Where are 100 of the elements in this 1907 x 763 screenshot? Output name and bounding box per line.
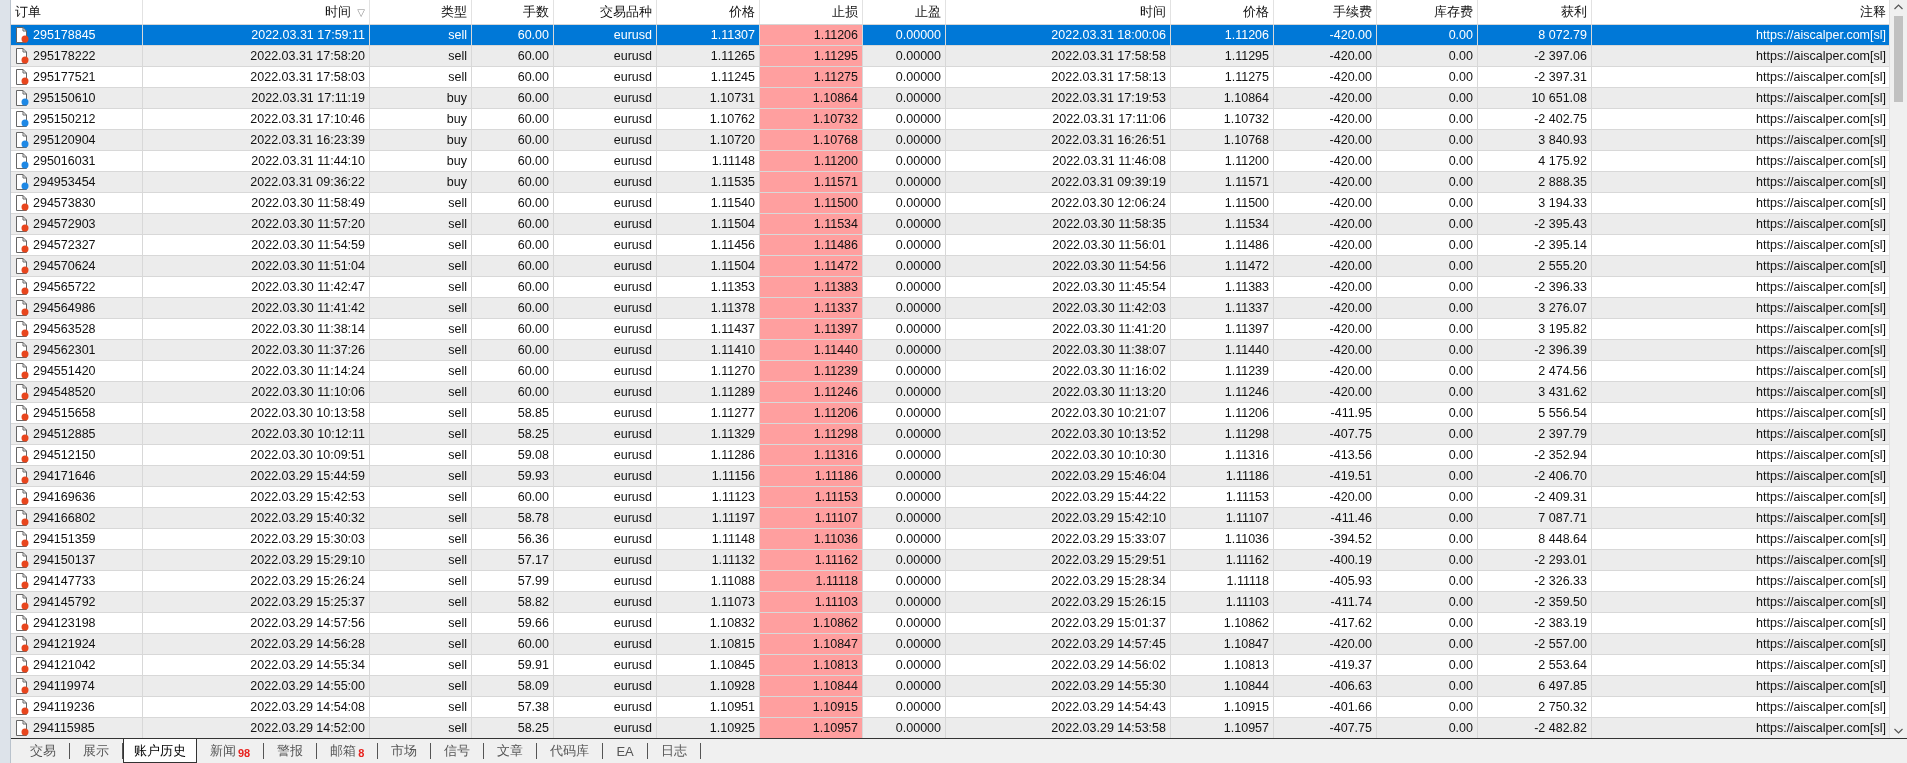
table-row[interactable]: 294147733 2022.03.29 15:26:24 sell 57.99 eurusd 1.11088 1.11118 0.00000 2022.03.29 15:28:34 1.11118 -405.93 0.00 -2 326.33 https://aiscalper.com[sl] — [11, 571, 1889, 592]
table-row[interactable]: 294171646 2022.03.29 15:44:59 sell 59.93 eurusd 1.11156 1.11186 0.00000 2022.03.29 15:46:04 1.11186 -419.51 0.00 -2 406.70 https://aiscalper.com[sl] — [11, 466, 1889, 487]
table-cell: 0.00000 — [863, 361, 946, 381]
table-cell: 2022.03.31 17:11:06 — [946, 109, 1171, 129]
document-icon — [15, 48, 29, 64]
table-row[interactable]: 294565722 2022.03.30 11:42:47 sell 60.00 eurusd 1.11353 1.11383 0.00000 2022.03.30 11:45:54 1.11383 -420.00 0.00 -2 396.33 https://aiscalper.com[sl] — [11, 277, 1889, 298]
table-cell: 2022.03.29 15:01:37 — [946, 613, 1171, 633]
table-row[interactable]: 294150137 2022.03.29 15:29:10 sell 57.17 eurusd 1.11132 1.11162 0.00000 2022.03.29 15:29:51 1.11162 -400.19 0.00 -2 293.01 https://aiscalper.com[sl] — [11, 550, 1889, 571]
table-cell: -420.00 — [1274, 46, 1377, 66]
column-header[interactable]: 订单 — [11, 0, 143, 24]
scroll-thumb[interactable] — [1894, 16, 1903, 102]
table-row[interactable]: 294151359 2022.03.29 15:30:03 sell 56.36 eurusd 1.11148 1.11036 0.00000 2022.03.29 15:33:07 1.11036 -394.52 0.00 8 448.64 https://aiscalper.com[sl] — [11, 529, 1889, 550]
table-cell: 58.25 — [472, 718, 554, 738]
tab[interactable]: 交易 — [17, 743, 70, 759]
order-number: 294119236 — [33, 700, 95, 714]
table-row[interactable]: 294548520 2022.03.30 11:10:06 sell 60.00 eurusd 1.11289 1.11246 0.00000 2022.03.30 11:13:20 1.11246 -420.00 0.00 3 431.62 https://aiscalper.com[sl] — [11, 382, 1889, 403]
table-cell: -420.00 — [1274, 193, 1377, 213]
order-number: 295120904 — [33, 133, 96, 147]
table-cell: 0.00000 — [863, 172, 946, 192]
table-cell: -411.46 — [1274, 508, 1377, 528]
table-row[interactable]: 294562301 2022.03.30 11:37:26 sell 60.00 eurusd 1.11410 1.11440 0.00000 2022.03.30 11:38:07 1.11440 -420.00 0.00 -2 396.39 https://aiscalper.com[sl] — [11, 340, 1889, 361]
table-row[interactable]: 294551420 2022.03.30 11:14:24 sell 60.00 eurusd 1.11270 1.11239 0.00000 2022.03.30 11:16:02 1.11239 -420.00 0.00 2 474.56 https://aiscalper.com[sl] — [11, 361, 1889, 382]
column-header[interactable]: 止盈 — [863, 0, 946, 24]
table-cell: 0.00 — [1377, 298, 1478, 318]
table-cell: 2022.03.30 11:56:01 — [946, 235, 1171, 255]
table-cell: 0.00000 — [863, 676, 946, 696]
table-row[interactable]: 294166802 2022.03.29 15:40:32 sell 58.78 eurusd 1.11197 1.11107 0.00000 2022.03.29 15:42:10 1.11107 -411.46 0.00 7 087.71 https://aiscalper.com[sl] — [11, 508, 1889, 529]
tab[interactable]: EA — [603, 743, 648, 759]
table-cell: 2022.03.30 11:58:49 — [143, 193, 370, 213]
table-cell: sell — [370, 676, 472, 696]
table-row[interactable]: 294572903 2022.03.30 11:57:20 sell 60.00 eurusd 1.11504 1.11534 0.00000 2022.03.30 11:58:35 1.11534 -420.00 0.00 -2 395.43 https://aiscalper.com[sl] — [11, 214, 1889, 235]
table-cell: 1.11200 — [760, 151, 863, 171]
table-cell: 2022.03.29 15:44:59 — [143, 466, 370, 486]
table-row[interactable]: 295150212 2022.03.31 17:10:46 buy 60.00 eurusd 1.10762 1.10732 0.00000 2022.03.31 17:11:06 1.10732 -420.00 0.00 -2 402.75 https://aiscalper.com[sl] — [11, 109, 1889, 130]
column-header[interactable]: 时间 — [946, 0, 1171, 24]
table-cell: 0.00000 — [863, 214, 946, 234]
table-cell: buy — [370, 151, 472, 171]
table-cell: 0.00000 — [863, 193, 946, 213]
table-row[interactable]: 295150610 2022.03.31 17:11:19 buy 60.00 eurusd 1.10731 1.10864 0.00000 2022.03.31 17:19:53 1.10864 -420.00 0.00 10 651.08 https://aiscalper.com[sl] — [11, 88, 1889, 109]
table-row[interactable]: 294115985 2022.03.29 14:52:00 sell 58.25 eurusd 1.10925 1.10957 0.00000 2022.03.29 14:53:58 1.10957 -407.75 0.00 -2 482.82 https://aiscalper.com[sl] — [11, 718, 1889, 738]
table-row[interactable]: 294119236 2022.03.29 14:54:08 sell 57.38 eurusd 1.10951 1.10915 0.00000 2022.03.29 14:54:43 1.10915 -401.66 0.00 2 750.32 https://aiscalper.com[sl] — [11, 697, 1889, 718]
column-header[interactable]: 交易品种 — [554, 0, 657, 24]
table-cell: eurusd — [554, 67, 657, 87]
table-row[interactable]: 294123198 2022.03.29 14:57:56 sell 59.66 eurusd 1.10832 1.10862 0.00000 2022.03.29 15:01:37 1.10862 -417.62 0.00 -2 383.19 https://aiscalper.com[sl] — [11, 613, 1889, 634]
document-icon — [15, 594, 29, 610]
table-cell: sell — [370, 277, 472, 297]
table-row[interactable]: 294119974 2022.03.29 14:55:00 sell 58.09 eurusd 1.10928 1.10844 0.00000 2022.03.29 14:55:30 1.10844 -406.63 0.00 6 497.85 https://aiscalper.com[sl] — [11, 676, 1889, 697]
column-header[interactable]: 价格 — [1171, 0, 1274, 24]
tab[interactable]: 信号 — [431, 743, 485, 759]
table-cell: 0.00 — [1377, 361, 1478, 381]
table-cell: 2022.03.29 15:42:10 — [946, 508, 1171, 528]
table-cell: eurusd — [554, 172, 657, 192]
count-label: 98 — [238, 747, 251, 759]
table-cell: 2022.03.29 14:56:02 — [946, 655, 1171, 675]
table-row[interactable]: 294572327 2022.03.30 11:54:59 sell 60.00 eurusd 1.11456 1.11486 0.00000 2022.03.30 11:56:01 1.11486 -420.00 0.00 -2 395.14 https://aiscalper.com[sl] — [11, 235, 1889, 256]
table-cell: 0.00000 — [863, 466, 946, 486]
table-cell: 1.11103 — [1171, 592, 1274, 612]
tab[interactable]: 代码库 — [537, 743, 604, 759]
table-row[interactable]: 295177521 2022.03.31 17:58:03 sell 60.00 eurusd 1.11245 1.11275 0.00000 2022.03.31 17:58:13 1.11275 -420.00 0.00 -2 397.31 https://aiscalper.com[sl] — [11, 67, 1889, 88]
column-header[interactable]: 止损 — [760, 0, 863, 24]
column-header[interactable]: 获利 — [1478, 0, 1592, 24]
table-row[interactable]: 294564986 2022.03.30 11:41:42 sell 60.00 eurusd 1.11378 1.11337 0.00000 2022.03.30 11:42:03 1.11337 -420.00 0.00 3 276.07 https://aiscalper.com[sl] — [11, 298, 1889, 319]
tab[interactable]: 文章 — [484, 743, 538, 759]
table-row[interactable]: 295178222 2022.03.31 17:58:20 sell 60.00 eurusd 1.11265 1.11295 0.00000 2022.03.31 17:58:58 1.11295 -420.00 0.00 -2 397.06 https://aiscalper.com[sl] — [11, 46, 1889, 67]
table-row[interactable]: 294169636 2022.03.29 15:42:53 sell 60.00 eurusd 1.11123 1.11153 0.00000 2022.03.29 15:44:22 1.11153 -420.00 0.00 -2 409.31 https://aiscalper.com[sl] — [11, 487, 1889, 508]
table-cell: 0.00000 — [863, 718, 946, 738]
table-cell: eurusd — [554, 613, 657, 633]
table-row[interactable]: 295178845 2022.03.31 17:59:11 sell 60.00 eurusd 1.11307 1.11206 0.00000 2022.03.31 18:00:06 1.11206 -420.00 0.00 8 072.79 https://aiscalper.com[sl] — [11, 25, 1889, 46]
table-row[interactable]: 294570624 2022.03.30 11:51:04 sell 60.00 eurusd 1.11504 1.11472 0.00000 2022.03.30 11:54:56 1.11472 -420.00 0.00 2 555.20 https://aiscalper.com[sl] — [11, 256, 1889, 277]
column-header[interactable]: 库存费 — [1377, 0, 1478, 24]
table-cell: -419.37 — [1274, 655, 1377, 675]
table-cell: 59.93 — [472, 466, 554, 486]
table-row[interactable]: 294573830 2022.03.30 11:58:49 sell 60.00 eurusd 1.11540 1.11500 0.00000 2022.03.30 12:06:24 1.11500 -420.00 0.00 3 194.33 https://aiscalper.com[sl] — [11, 193, 1889, 214]
tab[interactable]: 市场 — [378, 743, 432, 759]
column-header[interactable]: 手续费 — [1274, 0, 1377, 24]
table-row[interactable]: 294121924 2022.03.29 14:56:28 sell 60.00 eurusd 1.10815 1.10847 0.00000 2022.03.29 14:57:45 1.10847 -420.00 0.00 -2 557.00 https://aiscalper.com[sl] — [11, 634, 1889, 655]
table-cell: 2022.03.29 14:56:28 — [143, 634, 370, 654]
table-row[interactable]: 294512885 2022.03.30 10:12:11 sell 58.25 eurusd 1.11329 1.11298 0.00000 2022.03.30 10:13:52 1.11298 -407.75 0.00 2 397.79 https://aiscalper.com[sl] — [11, 424, 1889, 445]
table-row[interactable]: 294953454 2022.03.31 09:36:22 buy 60.00 eurusd 1.11535 1.11571 0.00000 2022.03.31 09:39:19 1.11571 -420.00 0.00 2 888.35 https://aiscalper.com[sl] — [11, 172, 1889, 193]
column-header[interactable]: 价格 — [657, 0, 760, 24]
table-row[interactable]: 294563528 2022.03.30 11:38:14 sell 60.00 eurusd 1.11437 1.11397 0.00000 2022.03.30 11:41:20 1.11397 -420.00 0.00 3 195.82 https://aiscalper.com[sl] — [11, 319, 1889, 340]
column-header[interactable]: 类型 — [370, 0, 472, 24]
tab[interactable]: 账户历史 — [123, 739, 197, 763]
tab[interactable]: 警报 — [264, 743, 318, 759]
table-cell: -2 359.50 — [1478, 592, 1592, 612]
table-row[interactable]: 294512150 2022.03.30 10:09:51 sell 59.08 eurusd 1.11286 1.11316 0.00000 2022.03.30 10:10:30 1.11316 -413.56 0.00 -2 352.94 https://aiscalper.com[sl] — [11, 445, 1889, 466]
table-cell: 2022.03.29 15:26:24 — [143, 571, 370, 591]
table-row[interactable]: 295016031 2022.03.31 11:44:10 buy 60.00 eurusd 1.11148 1.11200 0.00000 2022.03.31 11:46:08 1.11200 -420.00 0.00 4 175.92 https://aiscalper.com[sl] — [11, 151, 1889, 172]
table-cell: 2022.03.29 15:30:03 — [143, 529, 370, 549]
tab[interactable]: 日志 — [647, 743, 701, 759]
table-row[interactable]: 294145792 2022.03.29 15:25:37 sell 58.82 eurusd 1.11073 1.11103 0.00000 2022.03.29 15:26:15 1.11103 -411.74 0.00 -2 359.50 https://aiscalper.com[sl] — [11, 592, 1889, 613]
column-header[interactable]: 手数 — [472, 0, 554, 24]
document-icon — [15, 678, 29, 694]
table-cell: 2022.03.29 15:46:04 — [946, 466, 1171, 486]
table-row[interactable]: 295120904 2022.03.31 16:23:39 buy 60.00 eurusd 1.10720 1.10768 0.00000 2022.03.31 16:26:51 1.10768 -420.00 0.00 3 840.93 https://aiscalper.com[sl] — [11, 130, 1889, 151]
scrollbar[interactable] — [1889, 0, 1907, 738]
column-header[interactable]: 时间 ▽ — [143, 0, 370, 24]
table-row[interactable]: 294121042 2022.03.29 14:55:34 sell 59.91 eurusd 1.10845 1.10813 0.00000 2022.03.29 14:56:02 1.10813 -419.37 0.00 2 553.64 https://aiscalper.com[sl] — [11, 655, 1889, 676]
table-row[interactable]: 294515658 2022.03.30 10:13:58 sell 58.85 eurusd 1.11277 1.11206 0.00000 2022.03.30 10:21:07 1.11206 -411.95 0.00 5 556.54 https://aiscalper.com[sl] — [11, 403, 1889, 424]
document-icon — [15, 426, 29, 442]
